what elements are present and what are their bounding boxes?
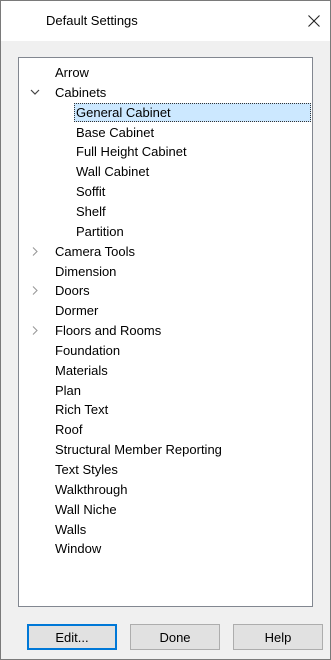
- tree-item[interactable]: Shelf: [19, 202, 312, 221]
- tree-item[interactable]: Arrow: [19, 63, 312, 82]
- tree-item-label: Full Height Cabinet: [76, 144, 187, 160]
- tree-item-label: Soffit: [76, 184, 106, 200]
- chevron-right-icon[interactable]: [29, 321, 41, 340]
- tree-item-label: Walkthrough: [55, 481, 128, 497]
- tree-item[interactable]: Soffit: [19, 182, 312, 201]
- tree-item[interactable]: General Cabinet: [19, 102, 312, 122]
- done-button[interactable]: Done: [130, 624, 220, 650]
- tree-item[interactable]: Doors: [19, 281, 312, 300]
- tree-item[interactable]: Text Styles: [19, 460, 312, 479]
- settings-tree[interactable]: Arrow Cabinets General Cabinet Base Cabinet…: [18, 57, 313, 607]
- tree-item-label: Base Cabinet: [76, 124, 155, 140]
- default-settings-dialog: Default Settings Arrow Cabinets General Ca…: [0, 0, 331, 660]
- tree-item[interactable]: Dimension: [19, 262, 312, 281]
- tree-item[interactable]: Dormer: [19, 301, 312, 320]
- tree-item[interactable]: Foundation: [19, 341, 312, 360]
- tree-item-label: Dormer: [55, 303, 99, 319]
- tree-item-label: Materials: [55, 362, 108, 378]
- tree-item[interactable]: Camera Tools: [19, 242, 312, 261]
- close-button[interactable]: [298, 9, 330, 35]
- tree-item[interactable]: Floors and Rooms: [19, 321, 312, 340]
- tree-item-label: Floors and Rooms: [55, 323, 162, 339]
- close-icon: [307, 12, 321, 33]
- tree-item-label: Partition: [76, 223, 124, 239]
- tree-item[interactable]: Window: [19, 539, 312, 558]
- title-bar: Default Settings: [1, 1, 330, 41]
- tree-item-label: Wall Cabinet: [76, 164, 150, 180]
- chevron-down-icon[interactable]: [29, 83, 41, 102]
- edit-button[interactable]: Edit...: [27, 624, 117, 650]
- tree-item[interactable]: Plan: [19, 381, 312, 400]
- help-button[interactable]: Help: [233, 624, 323, 650]
- tree-item-label: General Cabinet: [74, 102, 311, 122]
- tree-item-label: Cabinets: [55, 84, 107, 100]
- tree-item-label: Foundation: [55, 342, 121, 358]
- tree-item-label: Dimension: [55, 263, 117, 279]
- tree-item[interactable]: Base Cabinet: [19, 123, 312, 142]
- tree-item-label: Rich Text: [55, 402, 109, 418]
- tree-item-label: Doors: [55, 283, 90, 299]
- tree-item[interactable]: Roof: [19, 420, 312, 439]
- tree-item-label: Shelf: [76, 203, 106, 219]
- chevron-right-icon[interactable]: [29, 242, 41, 261]
- tree-item-label: Camera Tools: [55, 243, 135, 259]
- tree-item[interactable]: Rich Text: [19, 400, 312, 419]
- tree-item[interactable]: Full Height Cabinet: [19, 142, 312, 161]
- tree-item-label: Walls: [55, 521, 87, 537]
- tree-item[interactable]: Cabinets: [19, 83, 312, 102]
- tree-item-label: Roof: [55, 422, 83, 438]
- chevron-right-icon[interactable]: [29, 281, 41, 300]
- tree-item[interactable]: Wall Niche: [19, 500, 312, 519]
- tree-item-label: Arrow: [55, 65, 89, 80]
- tree-item[interactable]: Materials: [19, 361, 312, 380]
- tree-item[interactable]: Structural Member Reporting: [19, 440, 312, 459]
- tree-item-label: Window: [55, 541, 102, 557]
- tree-item-label: Plan: [55, 382, 82, 398]
- dialog-title: Default Settings: [46, 13, 138, 28]
- tree-item-label: Wall Niche: [55, 501, 117, 517]
- tree-item-label: Text Styles: [55, 462, 118, 477]
- tree-item-label: Structural Member Reporting: [55, 442, 222, 458]
- tree-item[interactable]: Walkthrough: [19, 480, 312, 499]
- tree-item[interactable]: Partition: [19, 222, 312, 241]
- tree-item[interactable]: Walls: [19, 520, 312, 539]
- tree-item[interactable]: Wall Cabinet: [19, 162, 312, 181]
